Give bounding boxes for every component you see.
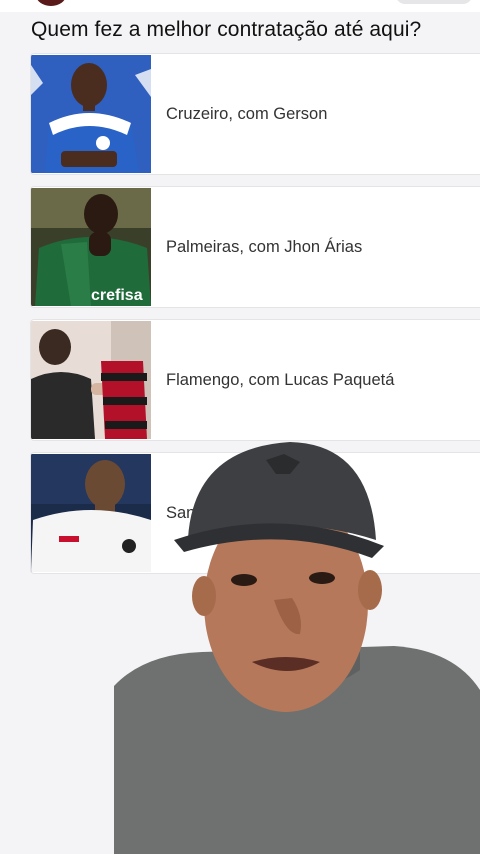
avatar[interactable]	[36, 0, 66, 6]
option-label: Palmeiras, com Jhon Árias	[166, 237, 363, 256]
follow-button[interactable]	[396, 0, 472, 4]
poll-question: Quem fez a melhor contratação até aqui?	[31, 18, 422, 41]
option-label: Flamengo, com Lucas Paquetá	[166, 370, 395, 389]
presenter-webcam	[114, 440, 480, 854]
paqueta-flamengo-photo	[31, 321, 151, 439]
poll-option-palmeiras[interactable]: crefisa Palmeiras, com Jhon Árias	[30, 186, 480, 308]
poll-option-cruzeiro[interactable]: Cruzeiro, com Gerson	[30, 53, 480, 175]
option-label: Cruzeiro, com Gerson	[166, 104, 328, 123]
poll-option-flamengo[interactable]: Flamengo, com Lucas Paquetá	[30, 319, 480, 441]
gerson-cruzeiro-photo	[31, 55, 151, 173]
svg-text:crefisa: crefisa	[91, 287, 143, 304]
top-bar	[0, 0, 480, 12]
arias-palmeiras-photo: crefisa	[31, 188, 151, 306]
